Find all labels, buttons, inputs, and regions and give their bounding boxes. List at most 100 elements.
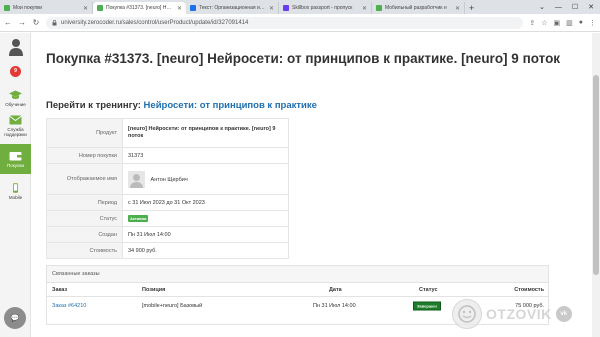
column-order: Заказ (52, 286, 68, 293)
menu-icon[interactable]: ⋮ (589, 19, 596, 27)
tab-title: Мои покупки (13, 5, 43, 11)
page-title: Покупка #31373. [neuro] Нейросети: от пр… (46, 51, 561, 66)
tab-favicon-icon (283, 5, 289, 11)
tab-title: Мобильный разработчик н (385, 5, 447, 11)
product-value: [neuro] Нейросети: от принципов к практи… (122, 118, 289, 148)
sidebar-item-label: Обучение (5, 102, 26, 107)
column-status: Статус (419, 286, 438, 293)
close-window-icon[interactable]: ✕ (588, 3, 594, 11)
chat-icon: 💬 (10, 315, 20, 322)
browser-tab[interactable]: Мобильный разработчик н ✕ (372, 2, 465, 14)
tab-favicon-icon (376, 5, 382, 11)
order-status-badge: Завершен (413, 301, 441, 310)
back-icon[interactable]: ← (4, 18, 12, 27)
sidebar-item-label: Mobile (8, 195, 23, 200)
sidebar-toggle-icon[interactable]: ▥ (566, 19, 573, 27)
tab-favicon-icon (97, 5, 103, 11)
profile-icon[interactable]: ● (579, 19, 583, 27)
sidebar-item-purchases[interactable]: Покупки (0, 144, 31, 174)
column-cost: Стоимость (514, 286, 544, 293)
tab-title: Текст: Организационная инф (199, 5, 266, 11)
star-icon[interactable]: ☆ (541, 19, 547, 27)
browser-tab[interactable]: Skillbox passport - пропуск ✕ (279, 2, 372, 14)
browser-tab[interactable]: Мои покупки ✕ (0, 2, 93, 14)
close-icon[interactable]: ✕ (83, 5, 88, 12)
info-row-display-name: Отображаемое имя Антон Щербич (46, 163, 289, 195)
created-value: Пн 31 Июл 14:00 (122, 226, 289, 243)
number-label: Номер покупки (46, 147, 123, 164)
status-badge: Активна (128, 215, 149, 222)
created-label: Создан (46, 226, 123, 243)
toolbar-right: ⇪ ☆ ▣ ▥ ● ⋮ (529, 19, 596, 27)
browser-tab-bar: Мои покупки ✕ Покупка #31373. [neuro] Не… (0, 0, 600, 14)
info-row-product: Продукт [neuro] Нейросети: от принципов … (46, 118, 289, 148)
order-link[interactable]: Заказ #64210 (52, 303, 86, 309)
main-content: Покупка #31373. [neuro] Нейросети: от пр… (31, 33, 600, 337)
sidebar-item-support[interactable]: Служба поддержки (0, 115, 31, 137)
share-icon[interactable]: ⇪ (529, 19, 535, 27)
tab-title: Skillbox passport - пропуск (292, 5, 353, 11)
mobile-icon (13, 183, 18, 193)
url-text: university.zerocoder.ru/sales/control/us… (61, 19, 249, 26)
scrollbar[interactable] (592, 33, 600, 337)
info-row-number: Номер покупки 31373 (46, 147, 289, 164)
order-position: [mobile+neuro] Базовый (142, 302, 203, 309)
period-label: Период (46, 194, 123, 211)
training-link[interactable]: Нейросети: от принципов к практике (144, 100, 317, 111)
display-name-value: Антон Щербич (150, 176, 188, 183)
notification-badge: 9 (10, 66, 21, 77)
tab-search-icon[interactable]: ⌄ (539, 3, 545, 11)
new-tab-button[interactable]: + (465, 2, 478, 14)
cost-label: Стоимость (46, 242, 123, 259)
sidebar-item-notifications[interactable]: 9 (0, 66, 31, 77)
avatar (128, 170, 145, 188)
wallet-icon (9, 151, 22, 160)
cost-value: 34 900 руб. (122, 242, 289, 259)
maximize-icon[interactable]: ☐ (572, 3, 578, 11)
sidebar-item-profile[interactable] (0, 38, 31, 58)
address-bar[interactable]: university.zerocoder.ru/sales/control/us… (46, 16, 524, 29)
column-position: Позиция (142, 286, 166, 293)
minimize-icon[interactable]: — (555, 4, 562, 11)
user-icon (8, 39, 23, 56)
app-sidebar: 9 Обучение Служба поддержки Покупки Mobi… (0, 33, 31, 337)
scroll-thumb[interactable] (593, 75, 599, 275)
reload-icon[interactable]: ↻ (32, 18, 40, 27)
window-controls: ⌄ — ☐ ✕ (539, 0, 600, 14)
forward-icon[interactable]: → (18, 18, 26, 27)
sidebar-item-label: Служба поддержки (4, 127, 27, 137)
close-icon[interactable]: ✕ (362, 5, 367, 12)
go-training-prefix: Перейти к тренингу: (46, 100, 141, 111)
go-to-training: Перейти к тренингу: Нейросети: от принци… (46, 100, 317, 111)
tab-title: Покупка #31373. [neuro] Нейро (106, 5, 174, 11)
column-date: Дата (329, 286, 342, 293)
tab-favicon-icon (4, 5, 10, 11)
sidebar-item-learning[interactable]: Обучение (0, 90, 31, 107)
close-icon[interactable]: ✕ (269, 5, 274, 12)
info-row-created: Создан Пн 31 Июл 14:00 (46, 226, 289, 243)
info-row-cost: Стоимость 34 900 руб. (46, 242, 289, 259)
otzovik-watermark: OTZOVIK vk (452, 296, 592, 332)
sidebar-item-label: Покупки (7, 162, 24, 168)
product-label: Продукт (46, 118, 123, 148)
browser-toolbar: ← → ↻ university.zerocoder.ru/sales/cont… (0, 14, 600, 32)
related-orders-header: Заказ Позиция Дата Статус Стоимость (47, 283, 548, 297)
lock-icon (52, 19, 57, 25)
display-name-label: Отображаемое имя (46, 163, 123, 195)
sidebar-item-mobile[interactable]: Mobile (0, 183, 31, 200)
watermark-text: OTZOVIK (486, 306, 552, 322)
graduation-cap-icon (9, 90, 22, 99)
vk-icon: vk (555, 306, 572, 322)
related-orders-title: Связанные заказы (47, 266, 548, 283)
tab-favicon-icon (190, 5, 196, 11)
info-row-period: Период с 31 Июл 2023 до 31 Окт 2023 (46, 194, 289, 211)
otzovik-logo-icon (452, 299, 482, 329)
extensions-icon[interactable]: ▣ (554, 19, 561, 27)
browser-tab[interactable]: Текст: Организационная инф ✕ (186, 2, 279, 14)
status-label: Статус (46, 210, 123, 227)
browser-tab-active[interactable]: Покупка #31373. [neuro] Нейро ✕ (93, 2, 186, 14)
close-icon[interactable]: ✕ (455, 5, 460, 12)
close-icon[interactable]: ✕ (177, 5, 182, 12)
order-date: Пн 31 Июл 14:00 (313, 302, 356, 309)
chat-button[interactable]: 💬 (4, 307, 26, 329)
